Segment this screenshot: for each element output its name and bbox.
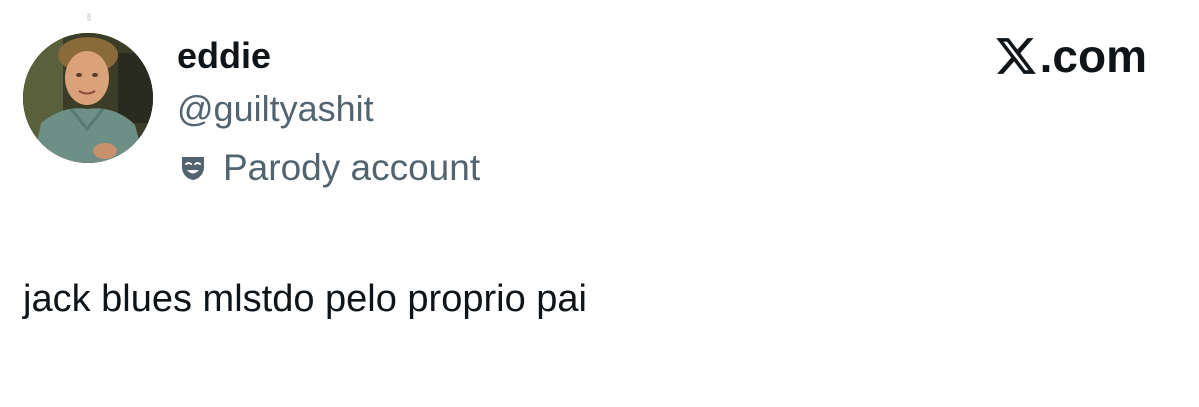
- x-logo-icon: [995, 38, 1036, 74]
- user-handle[interactable]: @guiltyashit: [177, 89, 374, 129]
- brand-watermark: .com: [994, 30, 1147, 82]
- avatar-image: [23, 33, 153, 163]
- tweet-text: jack blues mlstdo pelo proprio pai: [23, 278, 587, 320]
- parody-label: Parody account: [177, 146, 480, 190]
- parody-label-text: Parody account: [223, 147, 481, 188]
- brand-domain-text: .com: [1039, 30, 1147, 82]
- top-dot: [87, 13, 91, 21]
- display-name[interactable]: eddie: [177, 36, 271, 76]
- avatar[interactable]: [23, 33, 153, 163]
- theater-mask-icon: [182, 157, 204, 180]
